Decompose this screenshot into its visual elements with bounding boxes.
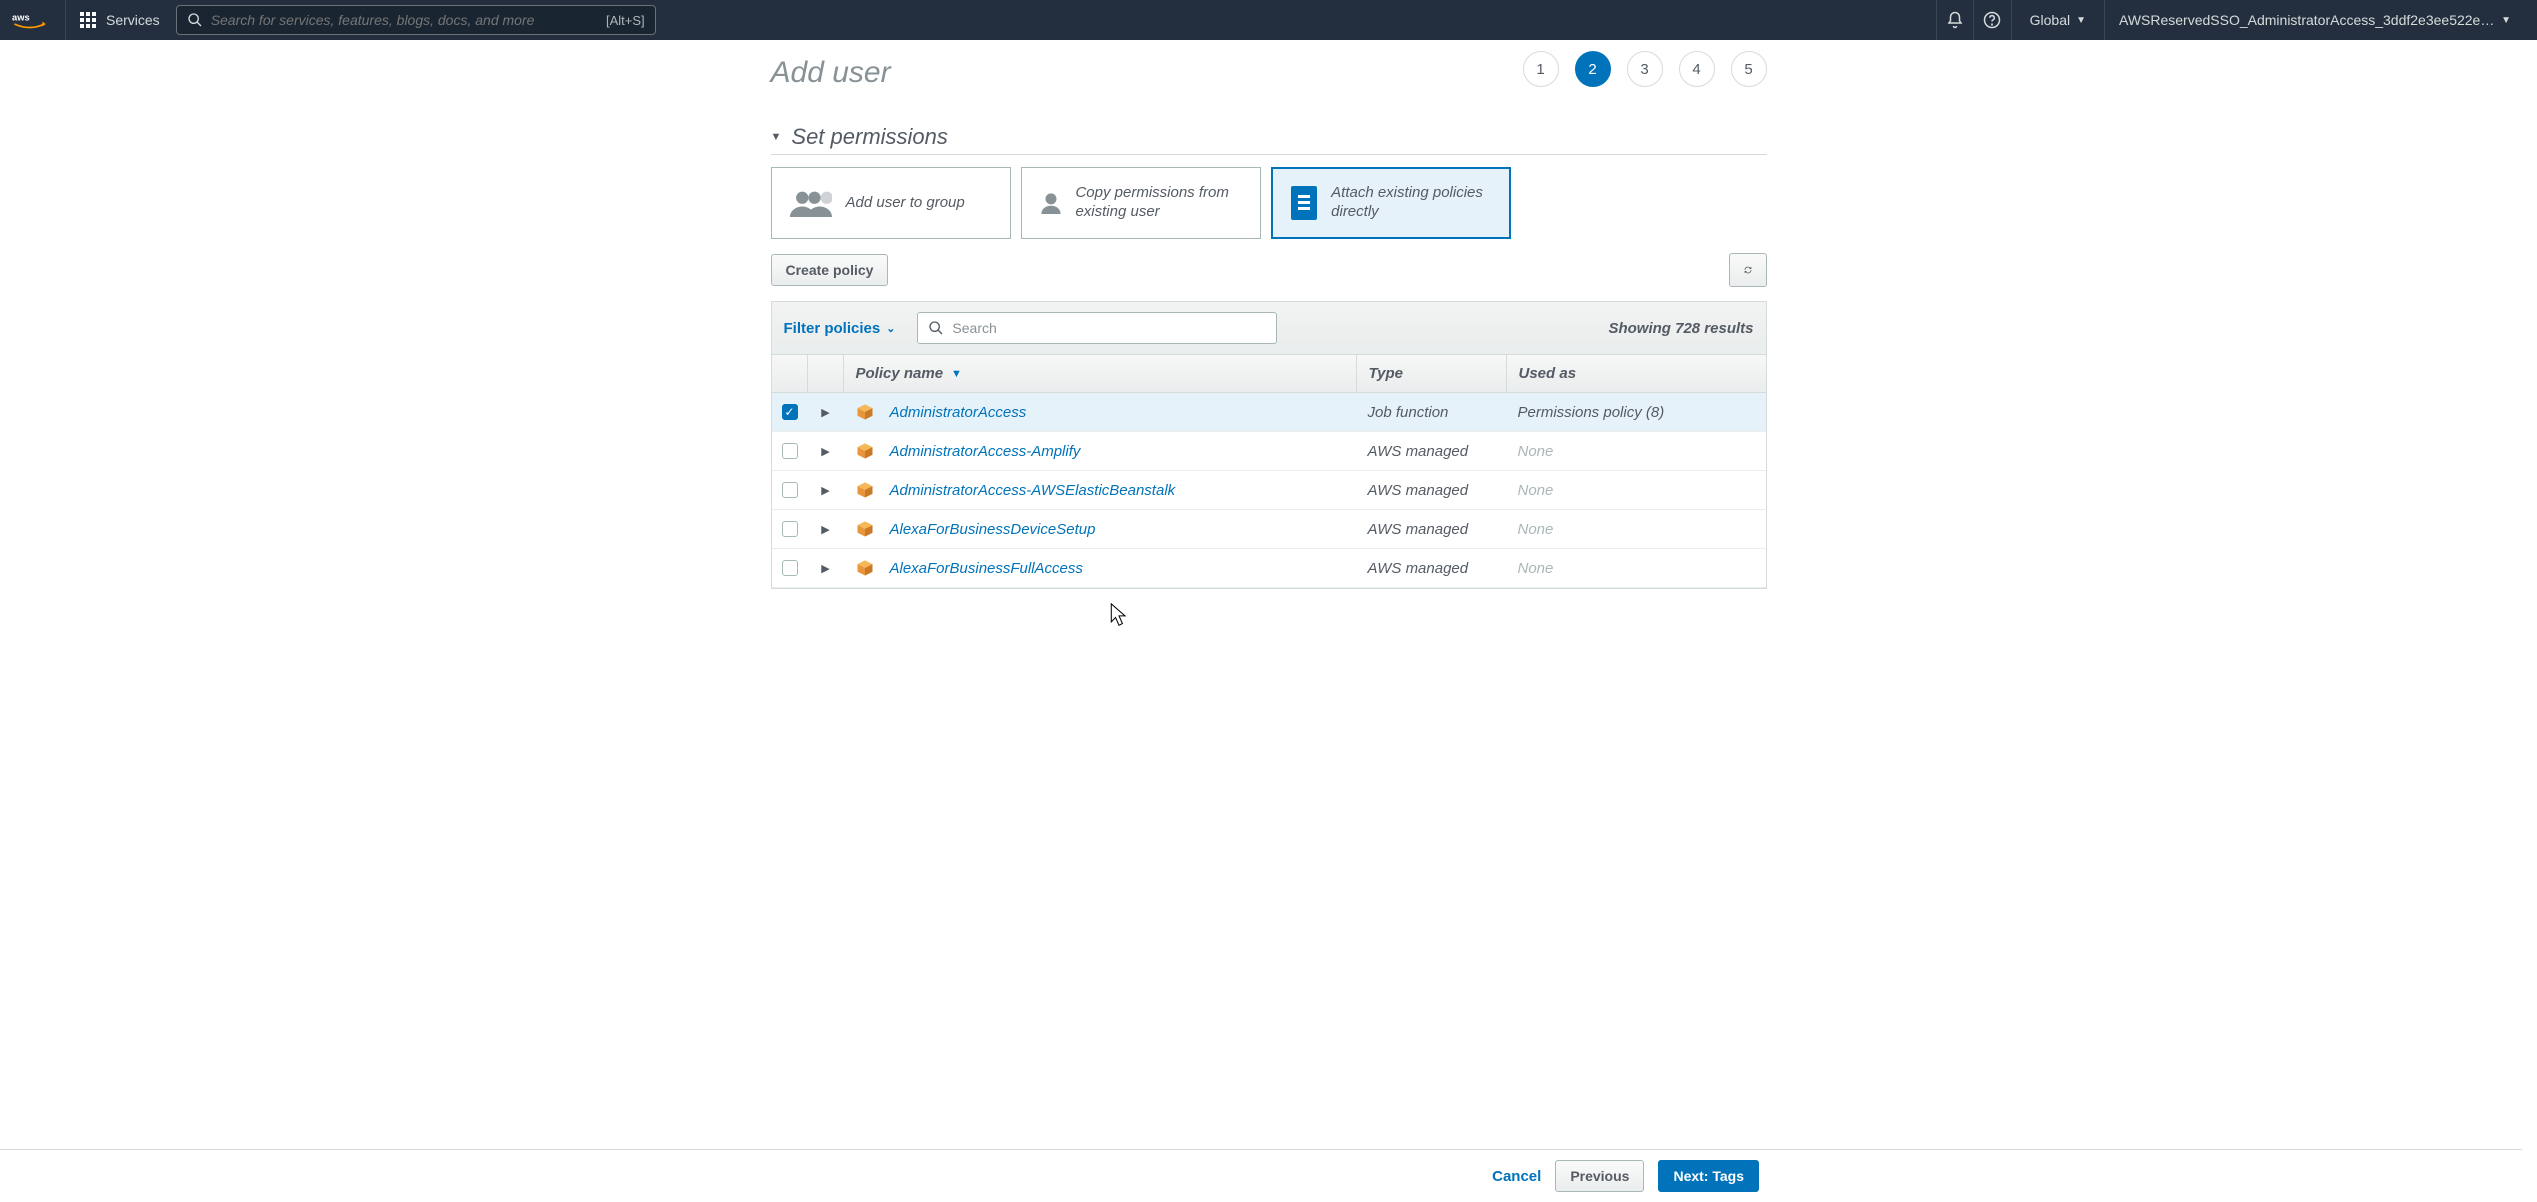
policy-used-as: None bbox=[1506, 433, 1766, 470]
cancel-button[interactable]: Cancel bbox=[1492, 1168, 1541, 1185]
policy-search-input[interactable] bbox=[952, 320, 1266, 336]
user-icon bbox=[1040, 187, 1062, 219]
filter-label: Filter policies bbox=[784, 320, 881, 337]
previous-button[interactable]: Previous bbox=[1555, 1160, 1644, 1192]
policy-used-as: None bbox=[1506, 550, 1766, 587]
expand-row-icon[interactable]: ▶ bbox=[821, 445, 829, 458]
refresh-button[interactable] bbox=[1729, 253, 1767, 287]
account-menu[interactable]: AWSReservedSSO_AdministratorAccess_3ddf2… bbox=[2105, 12, 2525, 28]
expand-row-icon[interactable]: ▶ bbox=[821, 484, 829, 497]
column-policy-name[interactable]: Policy name ▼ bbox=[844, 355, 1356, 392]
wizard-step-3[interactable]: 3 bbox=[1627, 51, 1663, 87]
top-nav: aws Services [Alt+S] Global ▼ AWSReserve… bbox=[0, 0, 2537, 40]
group-icon bbox=[790, 187, 832, 219]
aws-logo[interactable]: aws bbox=[12, 0, 66, 40]
table-row: ▶ AlexaForBusinessFullAccess AWS managedNo… bbox=[772, 549, 1766, 588]
section-set-permissions[interactable]: ▼ Set permissions bbox=[771, 124, 1767, 155]
wizard-stepper: 12345 bbox=[1523, 51, 1767, 87]
help-button[interactable] bbox=[1974, 0, 2012, 40]
expand-row-icon[interactable]: ▶ bbox=[821, 523, 829, 536]
option-label: Add user to group bbox=[846, 194, 965, 213]
policy-type: Job function bbox=[1356, 394, 1506, 431]
document-icon bbox=[1291, 186, 1318, 220]
svg-text:aws: aws bbox=[12, 12, 30, 22]
services-label: Services bbox=[106, 12, 160, 28]
results-count: Showing 728 results bbox=[1608, 320, 1753, 337]
row-checkbox[interactable] bbox=[782, 443, 798, 459]
region-label: Global bbox=[2030, 12, 2070, 28]
option-add-to-group[interactable]: Add user to group bbox=[771, 167, 1011, 239]
column-type[interactable]: Type bbox=[1356, 355, 1506, 392]
chevron-down-icon: ▼ bbox=[2076, 15, 2086, 26]
wizard-step-1[interactable]: 1 bbox=[1523, 51, 1559, 87]
policy-type: AWS managed bbox=[1356, 511, 1506, 548]
chevron-down-icon: ⌄ bbox=[886, 322, 895, 335]
table-row: ▶ AdministratorAccess-AWSElasticBeanstalk… bbox=[772, 471, 1766, 510]
collapse-caret-icon: ▼ bbox=[771, 131, 782, 143]
account-label: AWSReservedSSO_AdministratorAccess_3ddf2… bbox=[2119, 12, 2495, 28]
section-title: Set permissions bbox=[791, 124, 948, 150]
wizard-step-4[interactable]: 4 bbox=[1679, 51, 1715, 87]
policy-search[interactable] bbox=[917, 312, 1277, 344]
policy-type: AWS managed bbox=[1356, 550, 1506, 587]
policy-name-link[interactable]: AlexaForBusinessDeviceSetup bbox=[890, 521, 1096, 538]
next-button[interactable]: Next: Tags bbox=[1658, 1160, 1759, 1192]
row-checkbox[interactable] bbox=[782, 404, 798, 420]
policy-name-link[interactable]: AdministratorAccess-AWSElasticBeanstalk bbox=[890, 482, 1176, 499]
wizard-step-2[interactable]: 2 bbox=[1575, 51, 1611, 87]
wizard-step-5[interactable]: 5 bbox=[1731, 51, 1767, 87]
policy-box-icon bbox=[856, 559, 874, 577]
table-row: ▶ AlexaForBusinessDeviceSetup AWS managedN… bbox=[772, 510, 1766, 549]
policy-box-icon bbox=[856, 481, 874, 499]
policy-name-link[interactable]: AdministratorAccess-Amplify bbox=[890, 443, 1081, 460]
bell-icon bbox=[1946, 11, 1964, 29]
search-icon bbox=[928, 320, 944, 336]
policy-used-as: Permissions policy (8) bbox=[1506, 394, 1766, 431]
create-policy-button[interactable]: Create policy bbox=[771, 254, 889, 286]
column-used-as[interactable]: Used as bbox=[1506, 355, 1766, 392]
notifications-button[interactable] bbox=[1936, 0, 1974, 40]
table-row: ▶ AdministratorAccess Job functionPermissi… bbox=[772, 393, 1766, 432]
option-copy-permissions[interactable]: Copy permissions from existing user bbox=[1021, 167, 1261, 239]
chevron-down-icon: ▼ bbox=[2501, 15, 2511, 26]
expand-row-icon[interactable]: ▶ bbox=[821, 406, 829, 419]
policy-box-icon bbox=[856, 442, 874, 460]
search-shortcut: [Alt+S] bbox=[606, 13, 645, 28]
table-row: ▶ AdministratorAccess-Amplify AWS managedN… bbox=[772, 432, 1766, 471]
policy-used-as: None bbox=[1506, 511, 1766, 548]
expand-row-icon[interactable]: ▶ bbox=[821, 562, 829, 575]
policy-type: AWS managed bbox=[1356, 433, 1506, 470]
page-title: Add user bbox=[771, 56, 891, 90]
sort-asc-icon: ▼ bbox=[951, 368, 962, 380]
row-checkbox[interactable] bbox=[782, 482, 798, 498]
refresh-icon bbox=[1744, 261, 1752, 279]
region-selector[interactable]: Global ▼ bbox=[2012, 0, 2105, 40]
policy-box-icon bbox=[856, 520, 874, 538]
permission-options: Add user to group Copy permissions from … bbox=[771, 167, 1767, 239]
help-icon bbox=[1983, 11, 2001, 29]
page-scroll[interactable]: Add user 12345 ▼ Set permissions Add use… bbox=[0, 40, 2537, 1202]
wizard-footer: Cancel Previous Next: Tags bbox=[0, 1149, 2522, 1202]
policy-type: AWS managed bbox=[1356, 472, 1506, 509]
option-label: Copy permissions from existing user bbox=[1075, 184, 1241, 222]
waffle-icon bbox=[80, 12, 96, 28]
policy-name-link[interactable]: AdministratorAccess bbox=[890, 404, 1027, 421]
services-menu[interactable]: Services bbox=[74, 12, 160, 28]
option-label: Attach existing policies directly bbox=[1331, 184, 1490, 222]
policy-used-as: None bbox=[1506, 472, 1766, 509]
global-search-input[interactable] bbox=[211, 12, 606, 28]
option-attach-policies[interactable]: Attach existing policies directly bbox=[1271, 167, 1511, 239]
search-icon bbox=[187, 12, 203, 28]
global-search[interactable]: [Alt+S] bbox=[176, 5, 656, 35]
filter-policies-dropdown[interactable]: Filter policies ⌄ bbox=[784, 320, 896, 337]
policy-box-icon bbox=[856, 403, 874, 421]
row-checkbox[interactable] bbox=[782, 560, 798, 576]
row-checkbox[interactable] bbox=[782, 521, 798, 537]
table-header-row: Policy name ▼ Type Used as bbox=[772, 355, 1766, 393]
policies-table: Filter policies ⌄ Showing 728 results Po… bbox=[771, 301, 1767, 589]
policy-name-link[interactable]: AlexaForBusinessFullAccess bbox=[890, 560, 1083, 577]
